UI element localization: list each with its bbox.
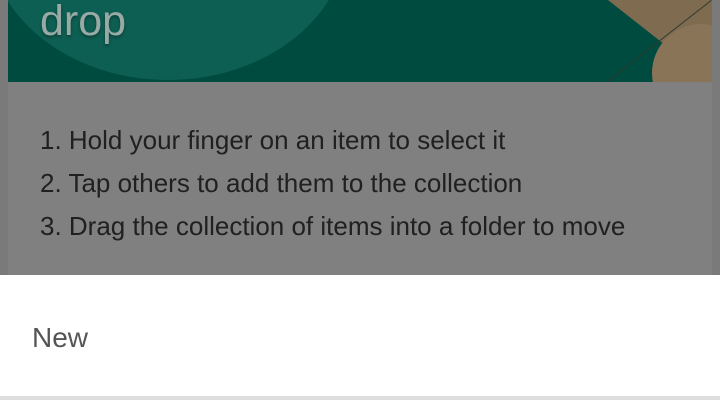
tutorial-step-1: 1. Hold your finger on an item to select…	[40, 125, 506, 155]
bottom-sheet: New	[0, 275, 720, 400]
new-menu-label: New	[32, 322, 89, 353]
new-menu-item[interactable]: New	[0, 275, 720, 395]
sheet-divider	[0, 396, 720, 400]
tutorial-step-2: 2. Tap others to add them to the collect…	[40, 168, 523, 198]
screen: drop 1. Hold your finger on an item to s…	[0, 0, 720, 400]
tutorial-hero-image: drop	[8, 0, 712, 82]
tutorial-title: drop	[40, 0, 127, 45]
tutorial-steps-list: 1. Hold your finger on an item to select…	[40, 119, 625, 248]
tutorial-step-3: 3. Drag the collection of items into a f…	[40, 211, 626, 241]
tutorial-card: drop 1. Hold your finger on an item to s…	[8, 0, 712, 275]
